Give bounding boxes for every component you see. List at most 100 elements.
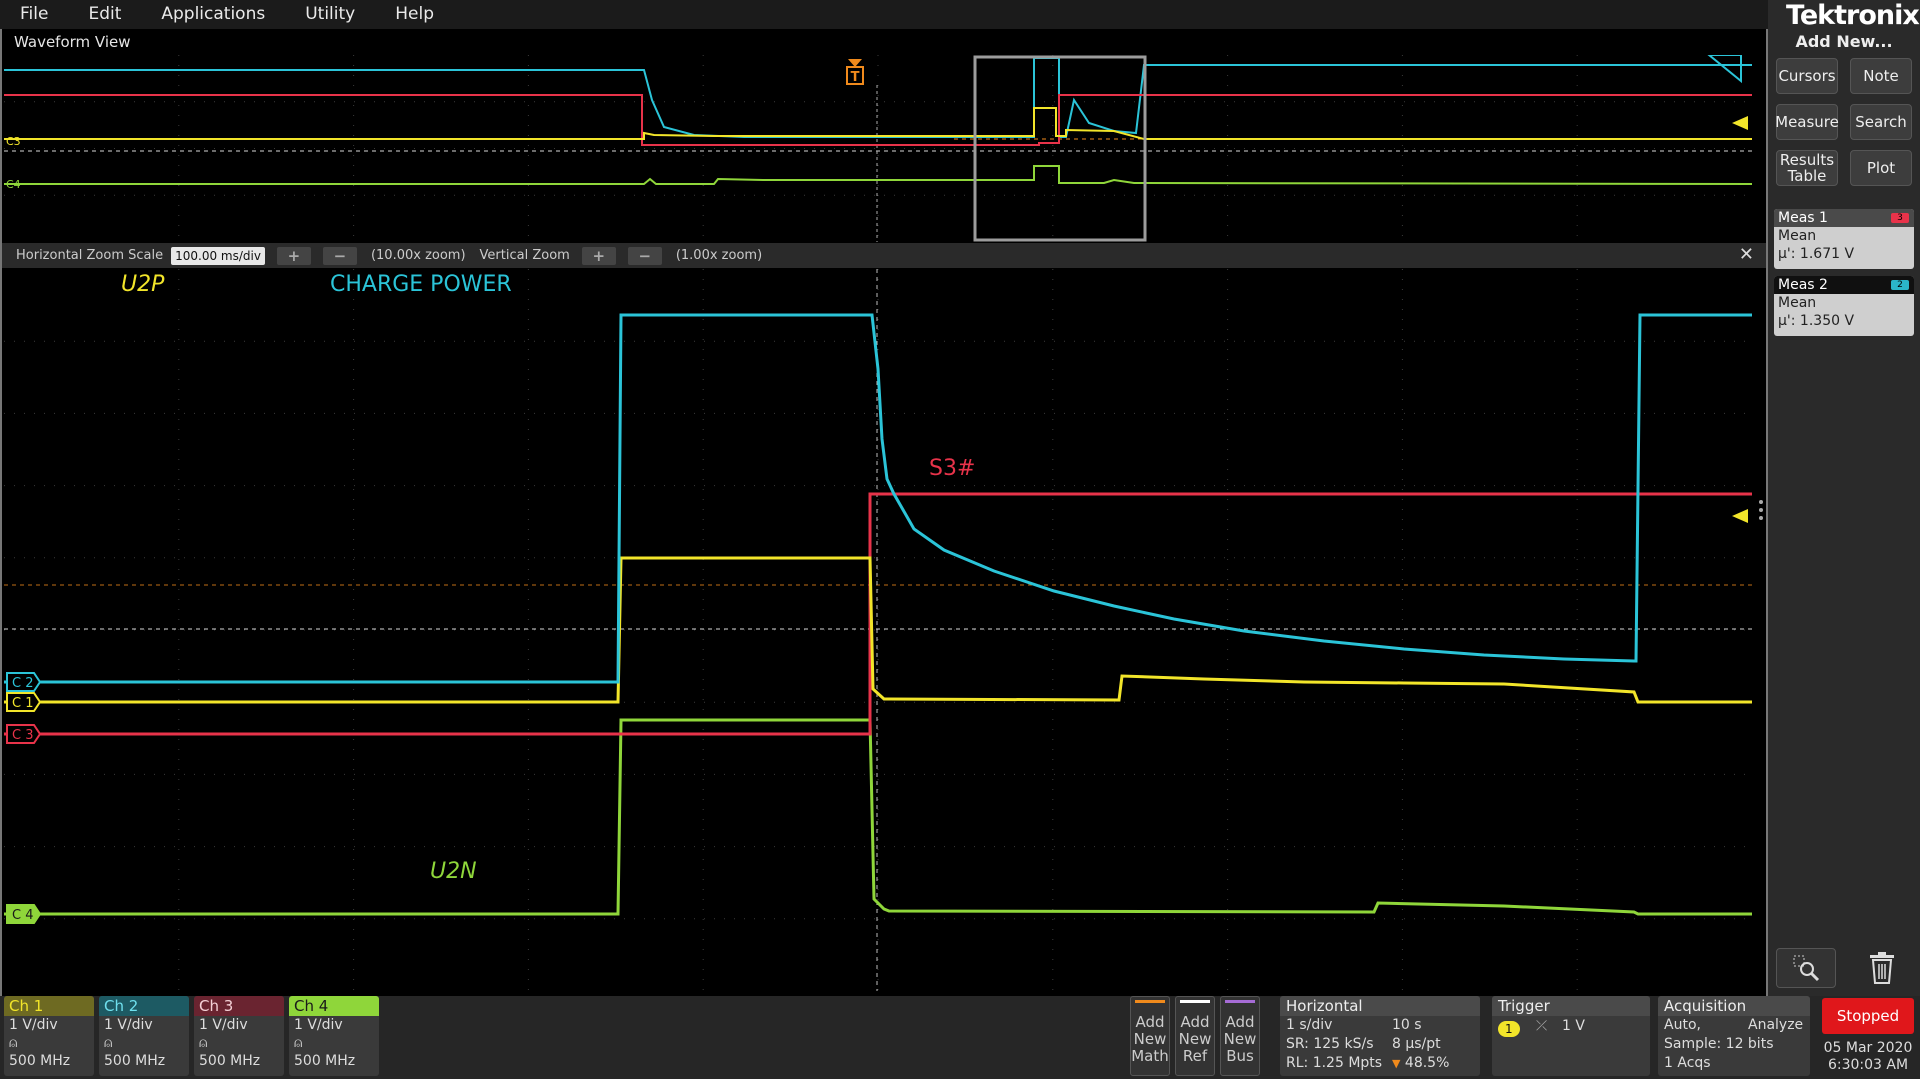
waveform-view-title: Waveform View (14, 33, 131, 51)
meas-1-value: μ': 1.671 V (1778, 246, 1855, 262)
trigger-t-marker: T (846, 59, 864, 85)
ch3-scale: 1 V/div (199, 1017, 248, 1033)
horizontal-zoom-in-button[interactable]: + (276, 246, 311, 265)
menu-help[interactable]: Help (375, 0, 454, 29)
horizontal-position-value: 48.5% (1404, 1055, 1450, 1071)
panel-resize-handle[interactable] (1759, 500, 1763, 524)
meas-2-value: μ': 1.350 V (1778, 313, 1855, 329)
add-new-label: Add New... (1795, 32, 1893, 51)
measure-button[interactable]: Measure (1775, 104, 1839, 140)
add-new-math-label: Add New Math (1131, 1013, 1169, 1065)
meas-1-source: 3 (1891, 213, 1909, 223)
date-time: 05 Mar 2020 6:30:03 AM (1822, 1040, 1914, 1074)
meas-1-name: Meas 1 (1778, 210, 1828, 226)
settings-bar: Ch 1 1 V/div ⍝ 500 MHz Ch 2 1 V/div ⍝ 50… (0, 996, 1920, 1079)
ch3-settings-badge[interactable]: Ch 3 1 V/div ⍝ 500 MHz (194, 996, 284, 1076)
sample-rate: SR: 125 kS/s (1286, 1036, 1374, 1052)
ch3-name: Ch 3 (194, 996, 284, 1016)
annotation-u2p[interactable]: U2P (121, 272, 164, 297)
meas-2-badge[interactable]: Meas 2 2 Mean μ': 1.350 V (1774, 276, 1914, 336)
menu-bar: File Edit Applications Utility Help (0, 0, 1768, 29)
zoom-tool-button[interactable] (1776, 948, 1836, 988)
ch4-settings-badge[interactable]: Ch 4 1 V/div ⍝ 500 MHz (289, 996, 379, 1076)
acquisition-sample: Sample: 12 bits (1664, 1036, 1774, 1052)
menu-applications[interactable]: Applications (141, 0, 285, 29)
annotation-charge-power[interactable]: CHARGE POWER (330, 272, 512, 297)
menu-edit[interactable]: Edit (68, 0, 141, 29)
ch2-probe-icon: ⍝ (104, 1035, 113, 1051)
add-new-ref-button[interactable]: Add New Ref (1175, 996, 1215, 1076)
ch1-settings-badge[interactable]: Ch 1 1 V/div ⍝ 500 MHz (4, 996, 94, 1076)
horizontal-zoom-label: Horizontal Zoom Scale (16, 248, 164, 263)
overview-ch4-label: C4 (6, 178, 21, 191)
horizontal-length: 10 s (1392, 1017, 1422, 1033)
note-button[interactable]: Note (1850, 58, 1912, 94)
zoom-search-icon (1793, 955, 1820, 982)
ch1-probe-icon: ⍝ (9, 1035, 18, 1051)
vertical-zoom-label: Vertical Zoom (479, 248, 570, 263)
ch4-label: C 4 (12, 908, 33, 923)
right-panel: Tektronix Add New... Cursors Note Measur… (1768, 0, 1920, 996)
ch4-bandwidth: 500 MHz (294, 1053, 356, 1069)
meas-2-source: 2 (1891, 280, 1909, 290)
overview-waveform[interactable]: T C3 C4 (4, 55, 1752, 242)
vertical-zoom-in-button[interactable]: + (581, 246, 616, 265)
horizontal-settings-badge[interactable]: Horizontal 1 s/div 10 s SR: 125 kS/s 8 μ… (1280, 996, 1480, 1076)
acquisition-title: Acquisition (1658, 996, 1810, 1016)
annotation-s3[interactable]: S3# (929, 456, 975, 481)
close-zoom-icon[interactable]: ✕ (1739, 244, 1754, 265)
ch2-scale: 1 V/div (104, 1017, 153, 1033)
horizontal-zoom-input[interactable]: 100.00 ms/div (171, 246, 265, 265)
acquisition-mode: Auto, (1664, 1017, 1701, 1033)
run-stop-button[interactable]: Stopped (1822, 998, 1914, 1034)
add-new-bus-button[interactable]: Add New Bus (1220, 996, 1260, 1076)
horizontal-zoom-out-button[interactable]: − (322, 246, 357, 265)
horizontal-title: Horizontal (1280, 996, 1480, 1016)
ch3-badge: C 3 (6, 724, 42, 744)
menu-utility[interactable]: Utility (285, 0, 375, 29)
zoom-bar: Horizontal Zoom Scale 100.00 ms/div + − … (2, 243, 1766, 268)
position-marker-icon: ▼ (1392, 1057, 1401, 1070)
horizontal-position: ▼ 48.5% (1392, 1055, 1449, 1071)
ch1-bandwidth: 500 MHz (9, 1053, 71, 1069)
vertical-zoom-out-button[interactable]: − (627, 246, 662, 265)
date: 05 Mar 2020 (1823, 1040, 1913, 1056)
meas-1-type: Mean (1778, 228, 1817, 244)
menu-file[interactable]: File (0, 0, 68, 29)
ch1-name: Ch 1 (4, 996, 94, 1016)
meas-1-badge[interactable]: Meas 1 3 Mean μ': 1.671 V (1774, 209, 1914, 269)
acquisition-count: 1 Acqs (1664, 1055, 1711, 1071)
main-waveform[interactable]: C 2 C 1 C 3 C 4 (4, 269, 1752, 991)
trigger-settings-badge[interactable]: Trigger 1 ⤫ 1 V (1492, 996, 1650, 1076)
results-table-button[interactable]: Results Table (1776, 150, 1838, 186)
plot-button[interactable]: Plot (1850, 150, 1912, 186)
ch2-name: Ch 2 (99, 996, 189, 1016)
time: 6:30:03 AM (1827, 1057, 1909, 1073)
acquisition-settings-badge[interactable]: Acquisition Auto, Analyze Sample: 12 bit… (1658, 996, 1810, 1076)
overview-grid (4, 55, 1752, 242)
add-new-bus-label: Add New Bus (1223, 1013, 1257, 1065)
trace-ch2 (4, 313, 1752, 684)
brand-logo: Tektronix (1786, 0, 1920, 31)
time-per-point: 8 μs/pt (1392, 1036, 1441, 1052)
trigger-source: 1 (1498, 1021, 1520, 1037)
trash-icon (1870, 952, 1894, 984)
cursors-button[interactable]: Cursors (1776, 58, 1838, 94)
ch4-probe-icon: ⍝ (294, 1035, 303, 1051)
ch3-bandwidth: 500 MHz (199, 1053, 261, 1069)
horizontal-zoom-factor: (10.00x zoom) (370, 248, 466, 263)
delete-button[interactable] (1852, 948, 1912, 988)
search-button[interactable]: Search (1850, 104, 1912, 140)
ch1-offset-arrow (1732, 509, 1748, 523)
ch2-bandwidth: 500 MHz (104, 1053, 166, 1069)
record-length: RL: 1.25 Mpts (1286, 1055, 1383, 1071)
annotation-u2n[interactable]: U2N (430, 859, 477, 884)
overview-corner-marker (1707, 55, 1742, 84)
add-new-ref-label: Add New Ref (1178, 1013, 1212, 1065)
ch1-label: C 1 (12, 696, 33, 711)
add-new-math-button[interactable]: Add New Math (1130, 996, 1170, 1076)
ch4-badge: C 4 (6, 904, 42, 924)
acquisition-analyze: Analyze (1748, 1017, 1804, 1033)
ch2-settings-badge[interactable]: Ch 2 1 V/div ⍝ 500 MHz (99, 996, 189, 1076)
ch2-label: C 2 (12, 676, 33, 691)
